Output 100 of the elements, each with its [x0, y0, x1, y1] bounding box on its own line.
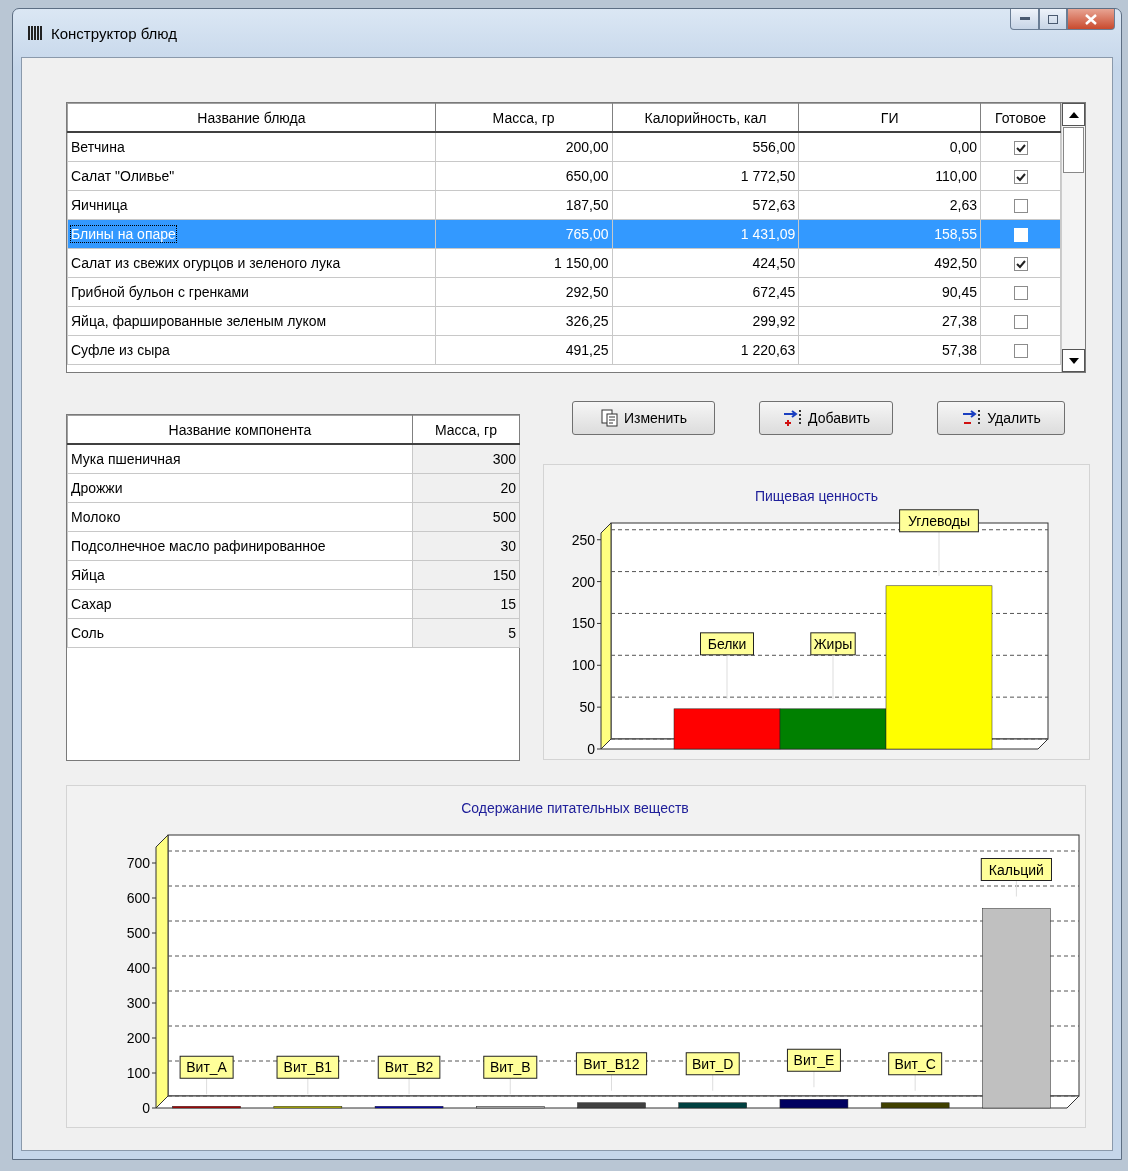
axis-label: 100	[571, 657, 595, 674]
axis-label: 300	[126, 995, 150, 1011]
column-header[interactable]: Масса, гр	[412, 415, 520, 444]
up-arrow-icon	[1068, 111, 1079, 118]
table-cell: 650,00	[435, 161, 612, 191]
axis-label: 200	[571, 573, 595, 590]
column-header[interactable]: Калорийность, кал	[612, 103, 799, 132]
edit-button[interactable]: Изменить	[572, 401, 715, 435]
table-cell: 424,50	[612, 248, 799, 278]
table-cell: 1 431,09	[612, 219, 799, 249]
column-header[interactable]: Название компонента	[67, 415, 413, 444]
table-cell: Салат "Оливье"	[67, 161, 436, 191]
table-cell: 299,92	[612, 306, 799, 336]
table-cell: 15	[412, 589, 520, 619]
data-label: Вит_B	[483, 1055, 538, 1079]
dish-row[interactable]: Яичница 187,50 572,63 2,63	[67, 190, 1061, 220]
documents-icon	[599, 408, 620, 428]
table-cell: 1 220,63	[612, 335, 799, 365]
dish-row[interactable]: Яйца, фаршированные зеленым луком 326,25 299,92 27,38	[67, 306, 1061, 336]
scrollbar-thumb[interactable]	[1063, 127, 1084, 173]
column-header[interactable]: Масса, гр	[435, 103, 612, 132]
data-label: Вит_D	[685, 1052, 740, 1076]
table-cell: 2,63	[798, 190, 981, 220]
chart-title: Содержание питательных веществ	[461, 800, 689, 816]
table-cell: 27,38	[798, 306, 981, 336]
window-title: Конструктор блюд	[51, 24, 179, 42]
app-icon	[27, 24, 43, 42]
axis-label: 150	[571, 615, 595, 632]
chart-title: Пищевая ценность	[754, 488, 879, 504]
maximize-button[interactable]	[1039, 9, 1067, 30]
table-cell: 1 772,50	[612, 161, 799, 191]
data-label: Белки	[700, 632, 754, 656]
table-cell: 158,55	[798, 219, 981, 249]
column-header[interactable]: ГИ	[798, 103, 981, 132]
delete-button[interactable]: Удалить	[937, 401, 1065, 435]
checkbox[interactable]	[1013, 315, 1028, 330]
scrollbar[interactable]	[1061, 103, 1085, 372]
table-cell: 491,25	[435, 335, 612, 365]
table-cell: Грибной бульон с гренками	[67, 277, 436, 307]
table-cell: 187,50	[435, 190, 612, 220]
table-cell: 1 150,00	[435, 248, 612, 278]
checkbox[interactable]	[1013, 199, 1028, 214]
dish-row[interactable]: Ветчина 200,00 556,00 0,00	[67, 132, 1061, 162]
checkbox[interactable]	[1013, 344, 1028, 359]
dish-row[interactable]: Грибной бульон с гренками 292,50 672,45 90,45	[67, 277, 1061, 307]
table-cell: 57,38	[798, 335, 981, 365]
table-cell: Яичница	[67, 190, 436, 220]
axis-label: 0	[142, 1100, 150, 1116]
data-label: Вит_C	[888, 1052, 943, 1076]
checkbox[interactable]	[1013, 286, 1028, 301]
data-label: Вит_B12	[575, 1052, 648, 1076]
axis-label: 200	[126, 1030, 150, 1046]
table-cell: 572,63	[612, 190, 799, 220]
table-cell: 30	[412, 531, 520, 561]
minimize-icon	[1019, 17, 1030, 21]
table-cell: Яйца	[67, 560, 413, 590]
table-cell: 556,00	[612, 132, 799, 162]
checkbox[interactable]	[1013, 141, 1028, 156]
column-header[interactable]: Название блюда	[67, 103, 436, 132]
checkbox[interactable]	[1013, 257, 1028, 272]
checkbox[interactable]	[1013, 170, 1028, 185]
maximize-icon	[1048, 14, 1058, 24]
column-header[interactable]: Готовое	[980, 103, 1061, 132]
table-cell: Салат из свежих огурцов и зеленого лука	[67, 248, 436, 278]
data-label: Вит_B1	[276, 1055, 340, 1079]
table-cell: Сахар	[67, 589, 413, 619]
table-cell: Ветчина	[67, 132, 436, 162]
table-cell: 326,25	[435, 306, 612, 336]
table-cell: 492,50	[798, 248, 981, 278]
data-label: Вит_E	[786, 1048, 841, 1072]
data-label: Вит_B2	[377, 1055, 441, 1079]
dish-row[interactable]: Салат из свежих огурцов и зеленого лука 1 150,00 424,50 492,50	[67, 248, 1061, 278]
table-cell: 150	[412, 560, 520, 590]
data-label: Углеводы	[899, 509, 979, 533]
table-cell: 500	[412, 502, 520, 532]
axis-label: 0	[587, 741, 595, 757]
axis-label: 600	[126, 890, 150, 906]
table-cell: 300	[412, 444, 520, 474]
table-cell: Дрожжи	[67, 473, 413, 503]
table-cell: Молоко	[67, 502, 413, 532]
table-cell: Суфле из сыра	[67, 335, 436, 365]
table-cell: 765,00	[435, 219, 612, 249]
table-cell: 5	[412, 618, 520, 648]
close-button[interactable]	[1067, 9, 1115, 30]
dish-row[interactable]: Салат "Оливье" 650,00 1 772,50 110,00	[67, 161, 1061, 191]
data-label: Вит_A	[179, 1055, 234, 1079]
axis-label: 700	[126, 855, 150, 871]
table-cell: 200,00	[435, 132, 612, 162]
dish-row[interactable]: Суфле из сыра 491,25 1 220,63 57,38	[67, 335, 1061, 365]
table-cell: Яйца, фаршированные зеленым луком	[67, 306, 436, 336]
add-button[interactable]: Добавить	[759, 401, 893, 435]
axis-label: 250	[571, 531, 595, 548]
table-cell: Соль	[67, 618, 413, 648]
minimize-button[interactable]	[1010, 9, 1039, 30]
table-cell: 0,00	[798, 132, 981, 162]
table-cell: 672,45	[612, 277, 799, 307]
table-cell: 20	[412, 473, 520, 503]
table-cell: Мука пшеничная	[67, 444, 413, 474]
axis-label: 50	[579, 699, 595, 716]
axis-label: 400	[126, 960, 150, 976]
